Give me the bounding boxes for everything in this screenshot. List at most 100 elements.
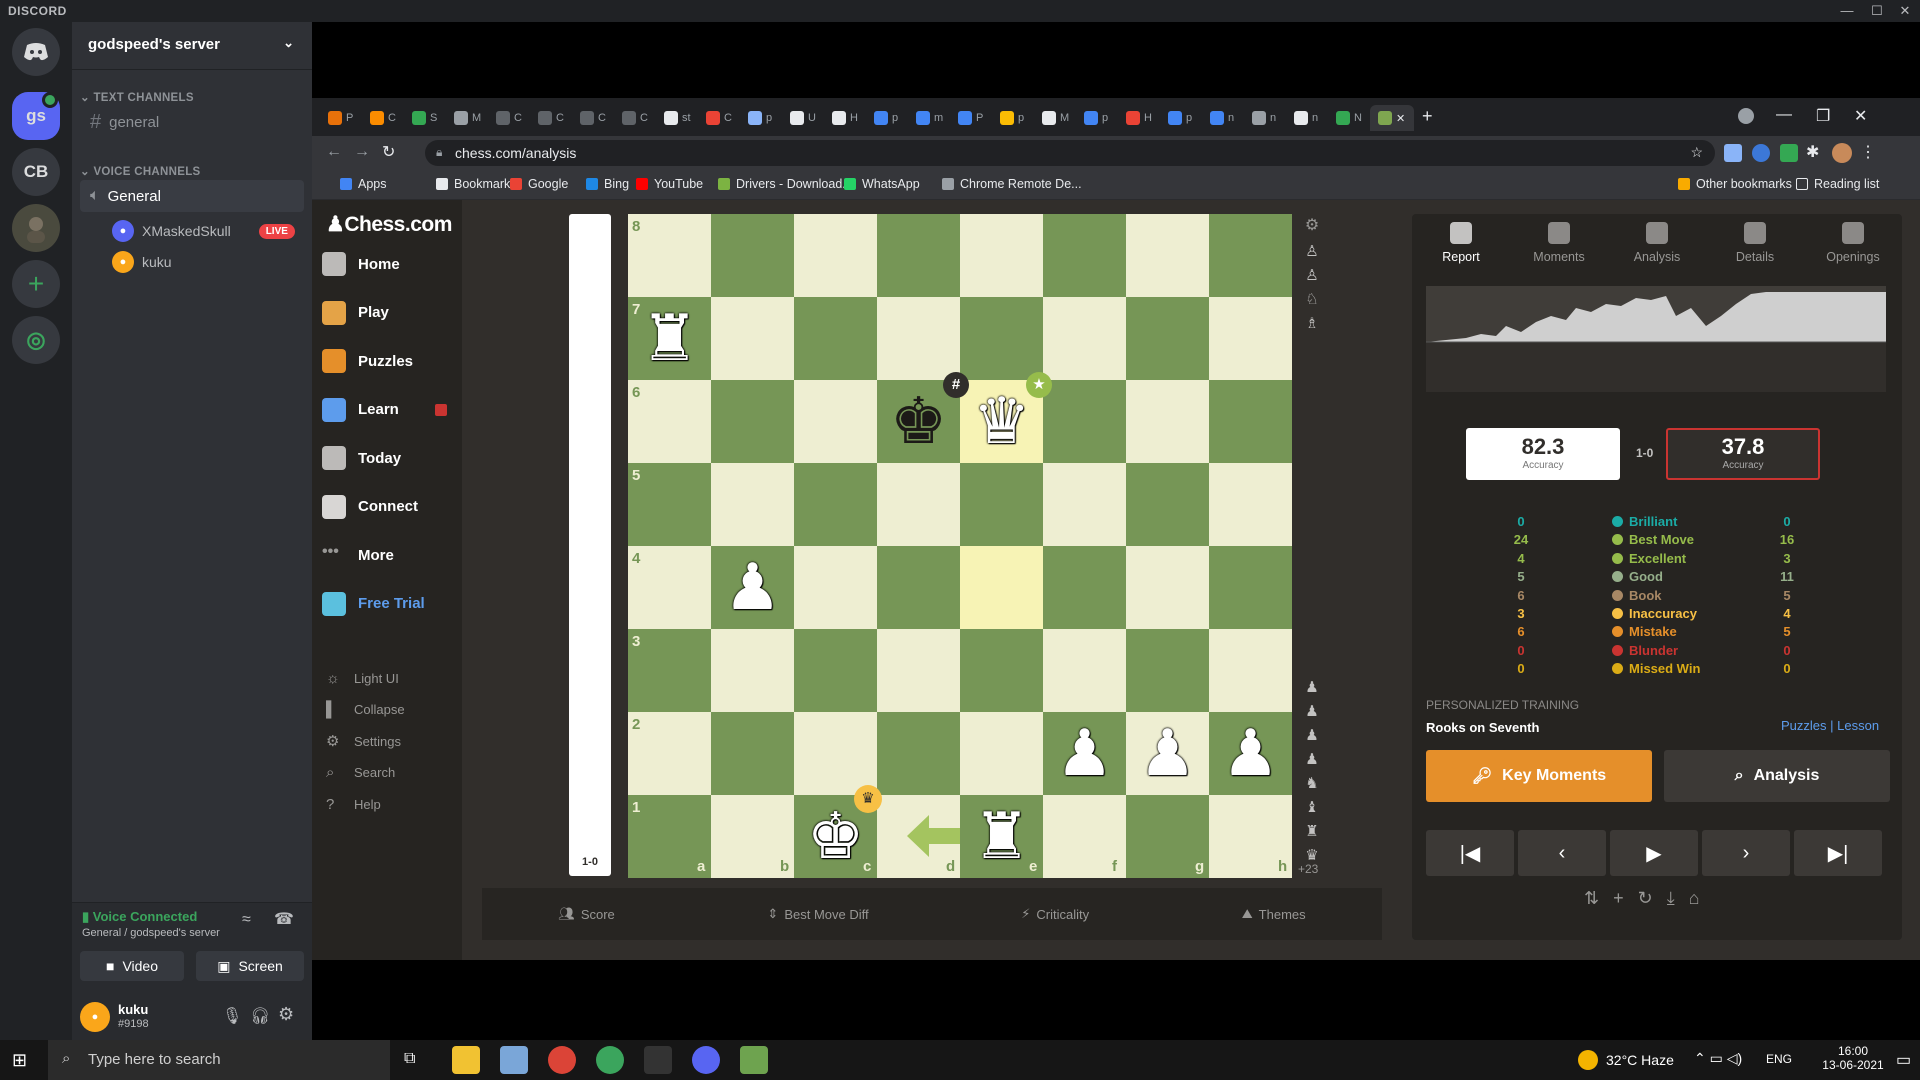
- nav-light-ui[interactable]: ☼ Light UI: [326, 666, 399, 690]
- chess-piece-white-a7[interactable]: ♜: [628, 297, 711, 380]
- chess-piece-white-g2[interactable]: ♟: [1126, 712, 1209, 795]
- board-square[interactable]: [960, 297, 1043, 380]
- nav-settings[interactable]: ⚙ Settings: [326, 729, 401, 753]
- task-view-icon[interactable]: ⧉: [404, 1050, 415, 1068]
- tab-search-icon[interactable]: [1738, 108, 1754, 124]
- bookmark-item[interactable]: Google: [510, 177, 568, 191]
- download-icon[interactable]: ⤓: [1667, 888, 1675, 909]
- board-square[interactable]: [711, 297, 794, 380]
- taskbar-search[interactable]: ⌕ Type here to search: [48, 1040, 390, 1080]
- browser-tab-active[interactable]: ✕: [1370, 105, 1414, 131]
- board-square[interactable]: [1043, 380, 1126, 463]
- window-minimize-icon[interactable]: —: [1776, 106, 1792, 124]
- last-move-button[interactable]: ▶|: [1794, 830, 1882, 876]
- terminal-icon[interactable]: [644, 1046, 672, 1074]
- language-indicator[interactable]: ENG: [1766, 1052, 1792, 1066]
- voice-user-xmaskedskull[interactable]: ● XMaskedSkull LIVE: [112, 217, 295, 245]
- tray-icons[interactable]: ⌃ ▭ ◁): [1694, 1050, 1742, 1067]
- board-square[interactable]: [711, 712, 794, 795]
- eval-graph[interactable]: [1426, 286, 1886, 392]
- board-square[interactable]: [794, 380, 877, 463]
- chess-piece-white-b4[interactable]: ♟: [711, 546, 794, 629]
- file-explorer-icon[interactable]: [452, 1046, 480, 1074]
- nav-item-learn[interactable]: Learn: [322, 392, 447, 428]
- close-icon[interactable]: ✕: [1892, 2, 1918, 20]
- board-square[interactable]: [628, 463, 711, 546]
- bookmark-item[interactable]: Drivers - Download...: [718, 177, 853, 191]
- reading-list[interactable]: Reading list: [1796, 177, 1879, 191]
- notepad-icon[interactable]: [500, 1046, 528, 1074]
- puzzle-icon[interactable]: ✱: [1806, 142, 1819, 162]
- video-button[interactable]: ■ Video: [80, 951, 184, 981]
- board-square[interactable]: [1209, 546, 1292, 629]
- board-square[interactable]: [1209, 214, 1292, 297]
- nav-item-connect[interactable]: Connect: [322, 489, 418, 525]
- extension-icon[interactable]: [1780, 144, 1798, 162]
- weather-text[interactable]: 32°C Haze: [1606, 1052, 1674, 1068]
- board-square[interactable]: [877, 629, 960, 712]
- back-icon[interactable]: ←: [326, 143, 342, 161]
- discord-home-icon[interactable]: [12, 28, 60, 76]
- board-square[interactable]: [711, 214, 794, 297]
- board-square[interactable]: [628, 546, 711, 629]
- graph-tab-best-move-diff[interactable]: ⇕ Best Move Diff: [767, 906, 868, 922]
- analysis-button[interactable]: ⌕ Analysis: [1664, 750, 1890, 802]
- add-icon[interactable]: +: [1613, 888, 1624, 909]
- notifications-icon[interactable]: ▭: [1896, 1050, 1911, 1070]
- chess-piece-white-h2[interactable]: ♟: [1209, 712, 1292, 795]
- channel-general-text[interactable]: # general: [80, 106, 304, 138]
- board-square[interactable]: [960, 712, 1043, 795]
- nav-item-free-trial[interactable]: Free Trial: [322, 586, 425, 622]
- board-square[interactable]: [711, 629, 794, 712]
- previous-move-button[interactable]: ‹: [1518, 830, 1606, 876]
- board-square[interactable]: [1043, 546, 1126, 629]
- board-square[interactable]: [628, 380, 711, 463]
- play-button[interactable]: ▶: [1610, 830, 1698, 876]
- voice-user-kuku[interactable]: ● kuku: [112, 248, 172, 276]
- window-close-icon[interactable]: ✕: [1854, 106, 1867, 126]
- bookmark-item[interactable]: Bookmarks: [436, 177, 517, 191]
- bookmark-item[interactable]: Bing: [586, 177, 629, 191]
- report-tab-analysis[interactable]: Analysis: [1608, 214, 1706, 274]
- board-square[interactable]: [794, 712, 877, 795]
- user-avatar[interactable]: ●: [80, 1002, 110, 1032]
- bookmark-item[interactable]: Apps: [340, 177, 387, 191]
- board-square[interactable]: [960, 214, 1043, 297]
- board-square[interactable]: [1126, 297, 1209, 380]
- board-square[interactable]: [960, 463, 1043, 546]
- disconnect-icon[interactable]: ☎: [274, 909, 294, 929]
- noise-suppression-icon[interactable]: ≈: [242, 911, 251, 929]
- nav-item-play[interactable]: Play: [322, 295, 389, 331]
- board-square[interactable]: [628, 712, 711, 795]
- nav-collapse[interactable]: ▌ Collapse: [326, 698, 405, 722]
- board-square[interactable]: [1126, 463, 1209, 546]
- board-square[interactable]: [1126, 380, 1209, 463]
- channel-general-voice[interactable]: 🔈︎ General: [80, 180, 304, 212]
- headphones-icon[interactable]: 🎧︎: [250, 1006, 270, 1026]
- extension-icon[interactable]: [1724, 144, 1742, 162]
- windows-start-icon[interactable]: ⊞: [12, 1050, 27, 1071]
- explore-servers-icon[interactable]: ◎: [12, 316, 60, 364]
- flip-board-icon[interactable]: ⇅: [1584, 888, 1599, 909]
- profile-avatar[interactable]: [1832, 143, 1852, 163]
- url-bar[interactable]: 🔒︎ chess.com/analysis ☆: [425, 140, 1715, 166]
- maximize-icon[interactable]: ☐: [1864, 2, 1890, 20]
- nav-search[interactable]: ⌕ Search: [326, 761, 395, 785]
- discord-taskbar-icon[interactable]: [692, 1046, 720, 1074]
- nav-item-today[interactable]: Today: [322, 440, 401, 476]
- chess-piece-white-e1[interactable]: ♜: [960, 795, 1043, 878]
- user-settings-icon[interactable]: ⚙: [278, 1004, 294, 1025]
- voice-channels-category[interactable]: ⌄ VOICE CHANNELS: [80, 164, 201, 178]
- report-tab-moments[interactable]: Moments: [1510, 214, 1608, 274]
- screen-share-button[interactable]: ▣ Screen: [196, 951, 304, 981]
- board-square[interactable]: [794, 546, 877, 629]
- chess-piece-white-f2[interactable]: ♟: [1043, 712, 1126, 795]
- board-square[interactable]: [1043, 214, 1126, 297]
- board-square[interactable]: [877, 297, 960, 380]
- other-bookmarks[interactable]: Other bookmarks: [1678, 177, 1792, 191]
- server-icon-cb[interactable]: CB: [12, 148, 60, 196]
- board-square[interactable]: [794, 629, 877, 712]
- graph-tab-criticality[interactable]: ⚡︎ Criticality: [1021, 906, 1089, 922]
- graph-tab-themes[interactable]: ⛰︎ Themes: [1242, 906, 1306, 922]
- board-square[interactable]: [628, 629, 711, 712]
